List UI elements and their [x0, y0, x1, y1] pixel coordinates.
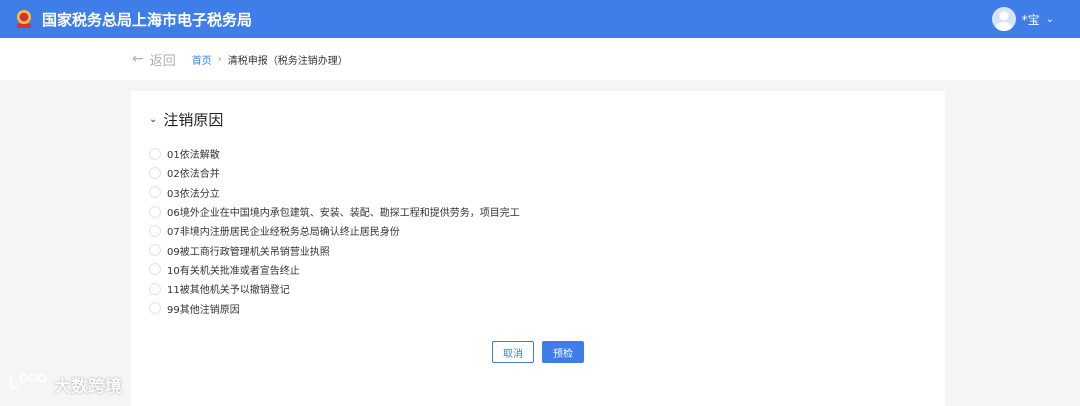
reason-option-label[interactable]: 11被其他机关予以撤销登记 [167, 281, 290, 296]
reason-option[interactable]: 11被其他机关予以撤销登记 [149, 279, 520, 298]
radio-button[interactable] [149, 244, 161, 257]
nav-bar: ← 返回 首页 › 清税申报（税务注销办理） [0, 38, 1080, 80]
reason-option[interactable]: 07非境内注册居民企业经税务总局确认终止居民身份 [149, 221, 520, 240]
arrow-left-icon: ← [132, 51, 144, 67]
precheck-button[interactable]: 预检 [542, 341, 584, 363]
user-menu[interactable]: *宝 ⌄ [991, 0, 1054, 38]
radio-button[interactable] [149, 224, 161, 237]
watermark-text: 大数跨境 [54, 377, 122, 397]
radio-button[interactable] [149, 186, 161, 199]
user-name[interactable]: *宝 [1022, 11, 1040, 28]
app-title: 国家税务总局上海市电子税务局 [42, 10, 253, 29]
reason-option[interactable]: 06境外企业在中国境内承包建筑、安装、装配、勘探工程和提供劳务，项目完工 [149, 202, 520, 221]
form-actions: 取消 预检 [492, 341, 584, 363]
main-panel: ⌄ 注销原因 01依法解散 02依法合并 03依法分立 06境外企业在中国境内承… [131, 91, 945, 406]
reason-option-label[interactable]: 01依法解散 [167, 146, 220, 161]
section-header[interactable]: ⌄ 注销原因 [149, 109, 223, 130]
breadcrumb-home-link[interactable]: 首页 [192, 52, 212, 67]
watermark: 大数跨境 [8, 372, 122, 397]
cancel-button[interactable]: 取消 [492, 341, 534, 363]
reason-option[interactable]: 01依法解散 [149, 144, 520, 163]
reason-option[interactable]: 99其他注销原因 [149, 298, 520, 317]
tax-emblem-icon [12, 7, 36, 31]
breadcrumb-current: 清税申报（税务注销办理） [227, 55, 348, 67]
section-title: 注销原因 [163, 111, 224, 129]
reason-option-label[interactable]: 07非境内注册居民企业经税务总局确认终止居民身份 [167, 223, 400, 238]
reason-option[interactable]: 09被工商行政管理机关吊销营业执照 [149, 240, 520, 259]
reason-option[interactable]: 10有关机关批准或者宣告终止 [149, 260, 520, 279]
reason-option[interactable]: 03依法分立 [149, 183, 520, 202]
radio-button[interactable] [149, 147, 161, 160]
top-header-bar: 国家税务总局上海市电子税务局 *宝 ⌄ [0, 0, 1080, 38]
reason-option-label[interactable]: 99其他注销原因 [167, 301, 240, 316]
reason-option-label[interactable]: 06境外企业在中国境内承包建筑、安装、装配、勘探工程和提供劳务，项目完工 [167, 204, 520, 219]
reason-option-label[interactable]: 10有关机关批准或者宣告终止 [167, 262, 300, 277]
chevron-down-icon[interactable]: ⌄ [149, 114, 157, 125]
reason-option-label[interactable]: 02依法合并 [167, 165, 220, 180]
avatar[interactable] [991, 7, 1016, 31]
chevron-down-icon[interactable]: ⌄ [1046, 14, 1054, 25]
reason-option[interactable]: 02依法合并 [149, 163, 520, 182]
radio-button[interactable] [149, 302, 161, 315]
reason-option-label[interactable]: 03依法分立 [167, 185, 220, 200]
radio-button[interactable] [149, 282, 161, 295]
reason-options: 01依法解散 02依法合并 03依法分立 06境外企业在中国境内承包建筑、安装、… [149, 144, 520, 318]
back-button[interactable]: ← 返回 [132, 50, 176, 69]
back-label: 返回 [149, 53, 176, 69]
radio-button[interactable] [149, 166, 161, 179]
breadcrumb: 首页 › 清税申报（税务注销办理） [192, 52, 348, 67]
radio-button[interactable] [149, 205, 161, 218]
reason-option-label[interactable]: 09被工商行政管理机关吊销营业执照 [167, 243, 330, 258]
watermark-logo-icon [8, 372, 50, 397]
radio-button[interactable] [149, 263, 161, 276]
breadcrumb-separator: › [217, 53, 222, 65]
